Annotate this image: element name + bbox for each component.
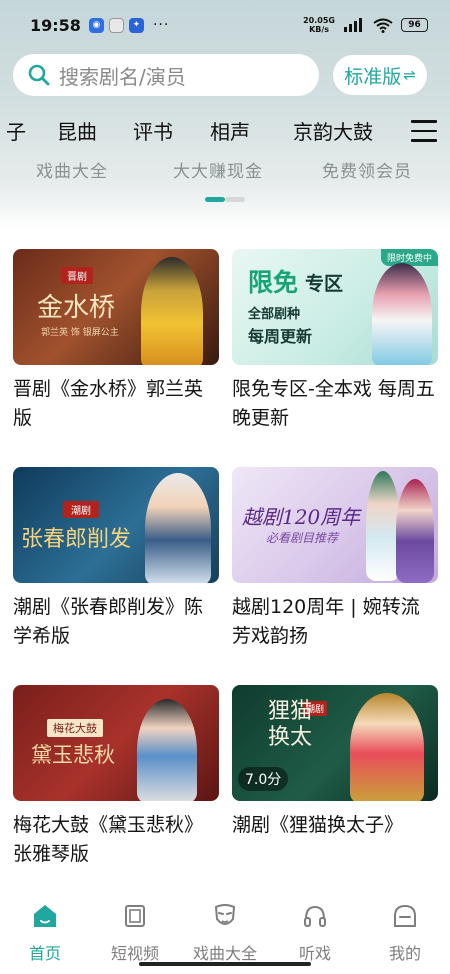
- thumb-title: 狸猫换太: [268, 699, 313, 750]
- nav-label: 戏曲大全: [192, 944, 257, 963]
- swap-icon: ⇌: [403, 66, 416, 84]
- thumb-line: 每周更新: [248, 327, 313, 346]
- thumb-title: 张春郎削发: [21, 527, 132, 552]
- wifi-icon: [373, 18, 393, 33]
- app-notification-icon: ✦: [128, 17, 144, 33]
- banner-text: 戏曲大全: [36, 162, 108, 182]
- network-speed: 20.05G KB/s: [303, 16, 335, 34]
- content-card[interactable]: 限时免费中 限免 专区 全部剧种 每周更新 限免专区-全本戏 每周五晚更新: [232, 249, 438, 433]
- avatar-notification-icon: [108, 17, 124, 33]
- content-card[interactable]: 越剧120周年 必看剧目推荐 越剧120周年 | 婉转流芳戏韵扬: [232, 467, 438, 651]
- thumb-tag: 晋剧: [61, 267, 93, 284]
- card-title: 限免专区-全本戏 每周五晚更新: [232, 378, 435, 429]
- content-card[interactable]: 晋剧 金水桥 郭兰英 饰 银屏公主 晋剧《金水桥》郭兰英版: [13, 249, 219, 433]
- card-title: 晋剧《金水桥》郭兰英版: [13, 378, 204, 429]
- profile-icon: [394, 904, 416, 927]
- category-tabs: 子 昆曲 评书 相声 京韵大鼓: [0, 112, 450, 150]
- card-thumbnail: 越剧120周年 必看剧目推荐: [232, 467, 438, 583]
- home-gesture-bar: [139, 962, 311, 966]
- card-title: 梅花大鼓《黛玉悲秋》张雅琴版: [13, 814, 204, 865]
- nav-label: 短视频: [110, 944, 159, 963]
- performer-image: [366, 471, 400, 581]
- content-card[interactable]: 梅花大鼓 黛玉悲秋 梅花大鼓《黛玉悲秋》张雅琴版: [13, 685, 219, 869]
- nav-label: 我的: [388, 944, 421, 963]
- thumb-subtitle: 郭兰英 饰 银屏公主: [41, 328, 119, 338]
- status-time: 19:58: [30, 15, 81, 35]
- performer-image: [137, 699, 197, 801]
- thumb-title: 专区: [305, 273, 344, 295]
- category-menu-icon[interactable]: [411, 120, 437, 142]
- card-thumbnail: 限时免费中 限免 专区 全部剧种 每周更新: [232, 249, 438, 365]
- home-icon: [34, 905, 56, 927]
- notification-app-icon: ◉: [88, 17, 104, 33]
- carousel-indicator-active: [205, 197, 225, 202]
- edition-switch-button[interactable]: 标准版 ⇌: [333, 55, 427, 95]
- nav-home[interactable]: 首页: [0, 902, 90, 964]
- nav-listen[interactable]: 听戏: [270, 902, 360, 964]
- search-row: 搜索剧名/演员 标准版 ⇌: [13, 54, 439, 96]
- thumb-tag: 潮剧: [63, 501, 99, 518]
- card-thumbnail: 潮剧 狸猫换太 7.0分: [232, 685, 438, 801]
- category-tab[interactable]: 评书: [133, 116, 173, 145]
- thumb-line: 全部剧种: [248, 307, 301, 322]
- nav-label: 听戏: [298, 944, 331, 963]
- banner-text: 免费领会员: [322, 162, 412, 182]
- thumb-subtitle: 必看剧目推荐: [266, 531, 339, 545]
- performer-image: [372, 263, 432, 365]
- performer-image: [396, 479, 434, 583]
- nav-short-video[interactable]: 短视频: [90, 902, 180, 964]
- card-title: 越剧120周年 | 婉转流芳戏韵扬: [232, 596, 420, 647]
- search-icon: [28, 64, 50, 86]
- thumb-title: 金水桥: [37, 293, 116, 323]
- signal-icon: [344, 18, 362, 32]
- headphones-icon: [304, 905, 326, 927]
- card-thumbnail: 潮剧 张春郎削发: [13, 467, 219, 583]
- search-input[interactable]: 搜索剧名/演员: [13, 54, 319, 96]
- content-card[interactable]: 潮剧 张春郎削发 潮剧《张春郎削发》陈学希版: [13, 467, 219, 651]
- card-title: 潮剧《狸猫换太子》: [232, 814, 404, 836]
- status-bar: 19:58 ◉ ✦ ··· 20.05G KB/s 96: [0, 0, 450, 50]
- nav-label: 首页: [28, 944, 61, 963]
- category-tab[interactable]: 昆曲: [57, 116, 97, 145]
- nav-profile[interactable]: 我的: [360, 902, 450, 964]
- thumb-title: 黛玉悲秋: [31, 743, 115, 767]
- rating-badge: 7.0分: [238, 767, 289, 791]
- performer-image: [350, 693, 424, 801]
- nav-opera-catalog[interactable]: 戏曲大全: [180, 902, 270, 964]
- search-placeholder: 搜索剧名/演员: [59, 64, 186, 89]
- free-badge: 限时免费中: [380, 249, 438, 266]
- opera-mask-icon: [214, 904, 236, 925]
- banner-carousel[interactable]: 戏曲大全 大大赚现金 免费领会员: [0, 157, 450, 183]
- card-thumbnail: 晋剧 金水桥 郭兰英 饰 银屏公主: [13, 249, 219, 365]
- card-title: 潮剧《张春郎削发》陈学希版: [13, 596, 204, 647]
- video-icon: [125, 905, 145, 927]
- thumb-tag: 梅花大鼓: [47, 719, 103, 737]
- card-thumbnail: 梅花大鼓 黛玉悲秋: [13, 685, 219, 801]
- thumb-title: 越剧120周年: [242, 505, 361, 529]
- category-tab[interactable]: 相声: [210, 116, 250, 145]
- battery-level: 96: [408, 20, 421, 30]
- battery-icon: 96: [401, 18, 428, 32]
- thumb-title: 限免: [248, 268, 299, 297]
- category-tab[interactable]: 子: [6, 116, 26, 145]
- performer-image: [141, 257, 203, 365]
- performer-image: [145, 473, 211, 583]
- edition-label: 标准版: [344, 65, 402, 88]
- more-notifications-icon: ···: [152, 17, 170, 33]
- category-tab[interactable]: 京韵大鼓: [293, 116, 373, 145]
- content-card[interactable]: 潮剧 狸猫换太 7.0分 潮剧《狸猫换太子》: [232, 685, 438, 840]
- banner-text: 大大赚现金: [173, 162, 263, 182]
- carousel-indicator: [225, 197, 245, 202]
